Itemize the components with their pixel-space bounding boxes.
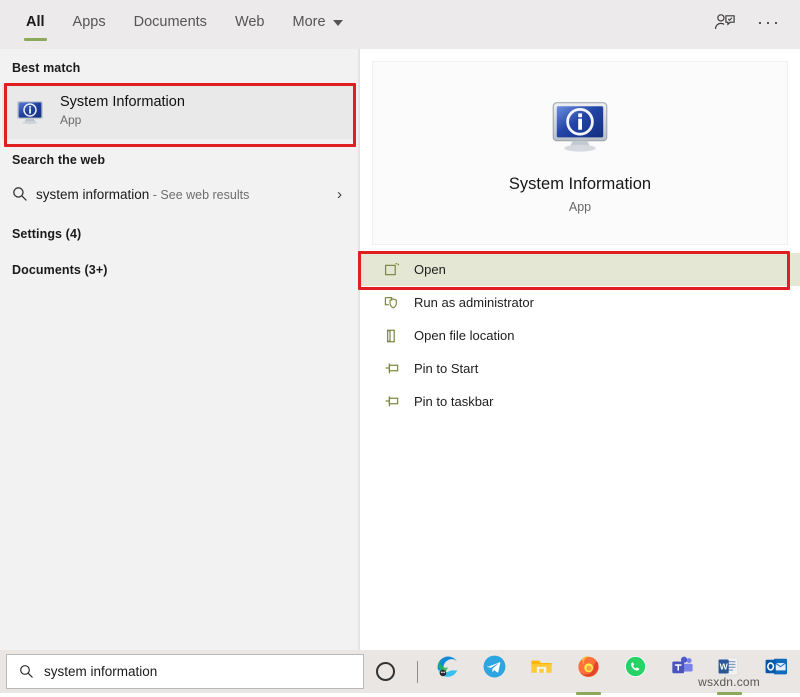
cortana-ring bbox=[376, 662, 395, 681]
action-run-as-administrator[interactable]: Run as administrator bbox=[360, 286, 800, 319]
results-pane: Best match bbox=[0, 49, 358, 650]
best-match-subtitle: App bbox=[60, 112, 185, 128]
open-window-icon bbox=[384, 262, 414, 278]
taskbar-search-input[interactable]: system information bbox=[6, 654, 364, 689]
group-settings-heading[interactable]: Settings (4) bbox=[0, 213, 358, 249]
more-options-button[interactable]: ··· bbox=[750, 5, 788, 39]
taskbar-icon-microsoft-outlook[interactable] bbox=[753, 647, 800, 697]
best-match-title: System Information bbox=[60, 93, 185, 111]
ellipsis-icon: ··· bbox=[757, 13, 781, 31]
web-result-suffix: - See web results bbox=[149, 188, 249, 202]
tab-documents[interactable]: Documents bbox=[120, 0, 221, 44]
action-pin-to-start-label: Pin to Start bbox=[414, 361, 478, 376]
tab-all[interactable]: All bbox=[12, 0, 59, 44]
tab-more-label: More bbox=[293, 14, 326, 30]
pin-icon bbox=[384, 394, 414, 410]
app-preview-card: System Information App bbox=[372, 61, 788, 245]
taskbar-icon-telegram[interactable] bbox=[471, 647, 518, 697]
tab-more[interactable]: More bbox=[279, 0, 357, 44]
watermark: wsxdn.com bbox=[698, 675, 760, 689]
tab-all-label: All bbox=[26, 14, 45, 30]
tab-list: All Apps Documents Web More bbox=[0, 0, 357, 44]
web-result-row[interactable]: system information - See web results › bbox=[0, 175, 358, 213]
taskbar-icon-microsoft-word[interactable]: W bbox=[706, 647, 753, 697]
search-tabbar: All Apps Documents Web More bbox=[0, 0, 800, 49]
tab-apps-label: Apps bbox=[73, 14, 106, 30]
shield-run-icon bbox=[384, 295, 414, 311]
tab-documents-label: Documents bbox=[134, 14, 207, 30]
taskbar-icon-firefox[interactable] bbox=[565, 647, 612, 697]
cortana-circle-icon[interactable] bbox=[364, 650, 407, 693]
best-match-texts: System Information App bbox=[60, 93, 185, 128]
windows-search-screen: All Apps Documents Web More bbox=[0, 0, 800, 693]
taskbar-running-indicator bbox=[576, 692, 601, 695]
action-pin-to-taskbar[interactable]: Pin to taskbar bbox=[360, 385, 800, 418]
person-feedback-icon[interactable] bbox=[706, 5, 744, 39]
taskbar-running-indicator bbox=[717, 692, 742, 695]
tab-active-underline bbox=[24, 38, 47, 41]
action-pin-to-taskbar-label: Pin to taskbar bbox=[414, 394, 494, 409]
taskbar-icon-whatsapp[interactable] bbox=[612, 647, 659, 697]
search-flyout: All Apps Documents Web More bbox=[0, 0, 800, 650]
best-match-heading: Best match bbox=[0, 49, 358, 83]
taskbar-icon-microsoft-edge[interactable] bbox=[424, 647, 471, 697]
taskbar-search-value: system information bbox=[44, 664, 157, 679]
best-match-result[interactable]: System Information App bbox=[2, 83, 356, 139]
action-open-file-location-label: Open file location bbox=[414, 328, 514, 343]
tab-web[interactable]: Web bbox=[221, 0, 279, 44]
action-open-file-location[interactable]: Open file location bbox=[360, 319, 800, 352]
web-result-text: system information - See web results bbox=[36, 187, 337, 202]
taskbar-divider bbox=[417, 661, 418, 683]
system-information-icon bbox=[14, 95, 46, 127]
svg-text:W: W bbox=[720, 661, 729, 671]
tab-web-label: Web bbox=[235, 14, 265, 30]
search-icon bbox=[12, 186, 36, 202]
best-match-container: System Information App bbox=[2, 83, 356, 139]
action-open[interactable]: Open bbox=[360, 253, 800, 286]
action-run-as-administrator-label: Run as administrator bbox=[414, 295, 534, 310]
search-icon bbox=[19, 664, 34, 679]
search-panes: Best match bbox=[0, 49, 800, 650]
system-information-icon bbox=[548, 92, 612, 161]
chevron-down-icon bbox=[333, 20, 343, 26]
web-result-query: system information bbox=[36, 187, 149, 202]
pin-icon bbox=[384, 361, 414, 377]
action-pin-to-start[interactable]: Pin to Start bbox=[360, 352, 800, 385]
taskbar-app-icons: W bbox=[424, 647, 800, 697]
app-actions-list: Open Run as administrator bbox=[360, 253, 800, 418]
preview-app-title: System Information bbox=[509, 175, 651, 194]
group-documents-heading[interactable]: Documents (3+) bbox=[0, 249, 358, 285]
taskbar-icon-file-explorer[interactable] bbox=[518, 647, 565, 697]
taskbar-icon-microsoft-teams[interactable] bbox=[659, 647, 706, 697]
chevron-right-icon: › bbox=[337, 186, 348, 203]
preview-pane: System Information App Open bbox=[360, 49, 800, 650]
taskbar: system information bbox=[0, 650, 800, 693]
action-open-label: Open bbox=[414, 262, 446, 277]
folder-location-icon bbox=[384, 328, 414, 344]
tab-apps[interactable]: Apps bbox=[59, 0, 120, 44]
preview-app-subtitle: App bbox=[569, 200, 591, 214]
tabbar-actions: ··· bbox=[706, 0, 800, 44]
search-web-heading: Search the web bbox=[0, 139, 358, 175]
